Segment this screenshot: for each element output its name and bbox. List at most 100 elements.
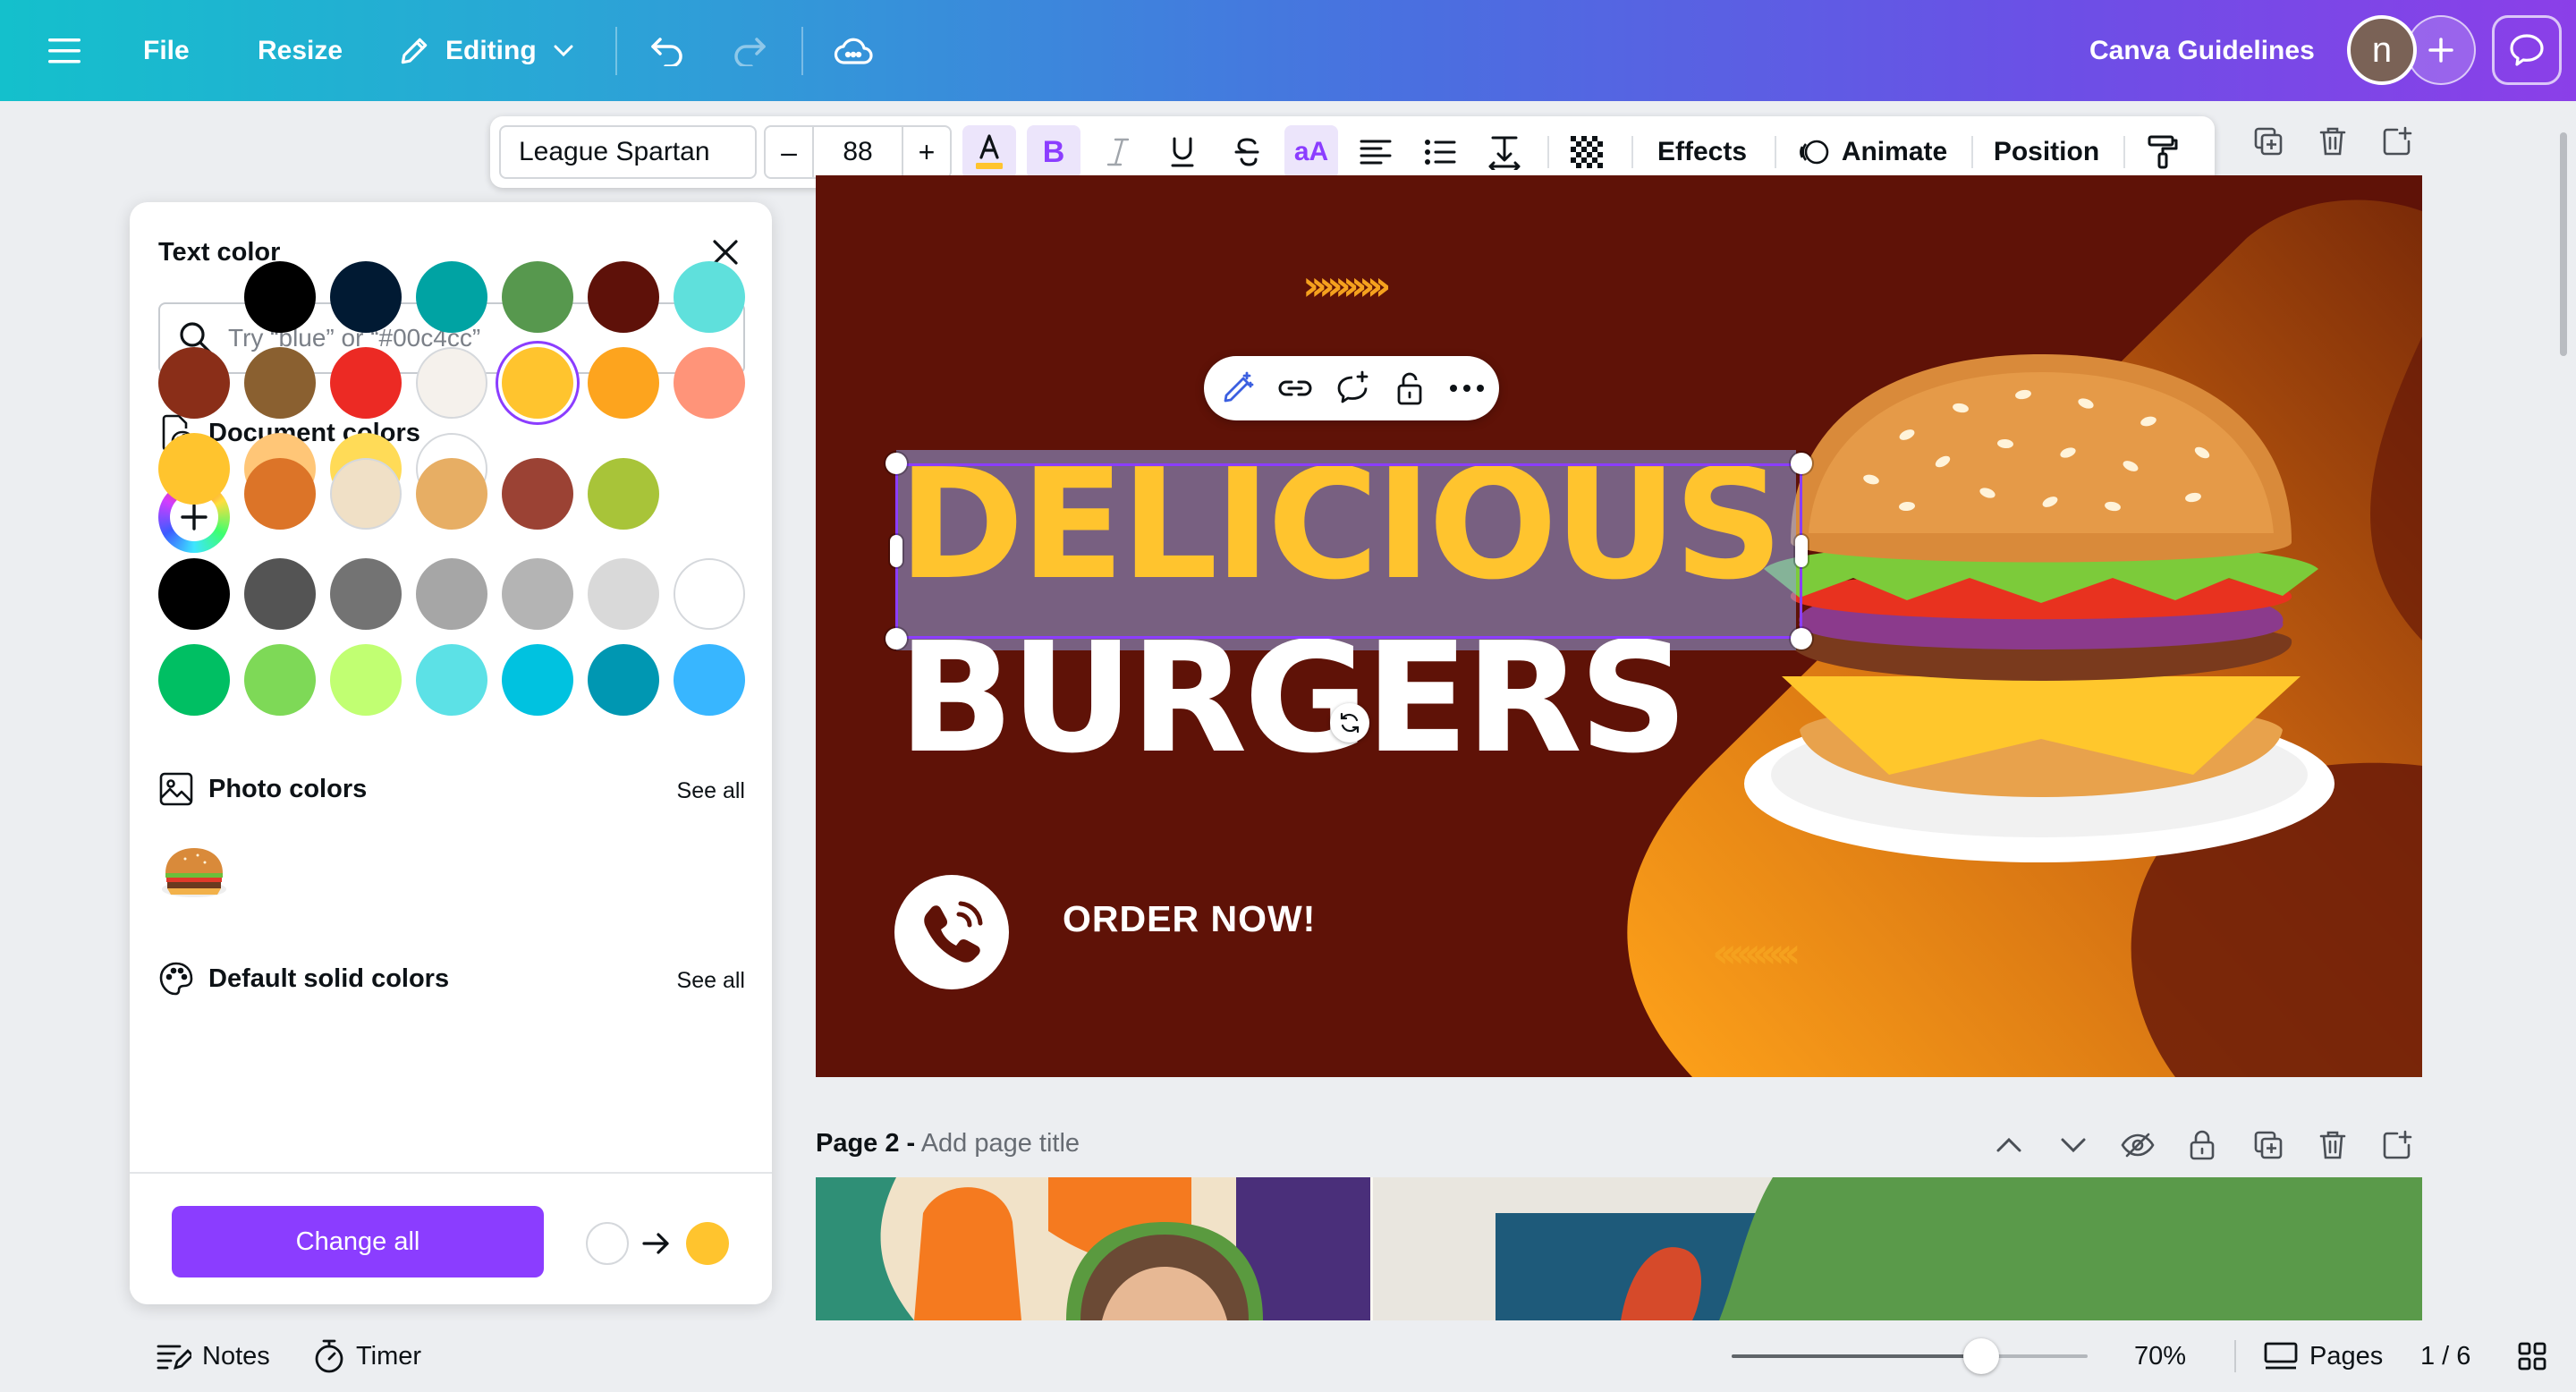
document-color-swatch[interactable] xyxy=(244,261,316,333)
add-comment-icon[interactable] xyxy=(1327,365,1377,412)
position-button[interactable]: Position xyxy=(1984,125,2109,179)
resize-handle-right[interactable] xyxy=(1795,535,1808,567)
chevron-up-icon[interactable] xyxy=(1986,1122,2032,1168)
default-colors-see-all[interactable]: See all xyxy=(631,968,745,994)
spacing-icon[interactable] xyxy=(1478,125,1531,179)
document-color-swatch[interactable] xyxy=(158,347,230,419)
default-color-swatch[interactable] xyxy=(502,558,573,630)
document-color-swatch[interactable] xyxy=(244,347,316,419)
document-color-swatch[interactable] xyxy=(330,347,402,419)
order-now-text[interactable]: ORDER NOW! xyxy=(1063,898,1316,940)
magic-write-icon[interactable] xyxy=(1213,365,1263,412)
lock-page-icon[interactable] xyxy=(2179,1122,2225,1168)
file-menu[interactable]: File xyxy=(143,0,190,101)
default-color-swatch[interactable] xyxy=(158,644,230,716)
document-color-swatch[interactable] xyxy=(158,433,230,505)
timer-button[interactable]: Timer xyxy=(313,1320,421,1392)
animate-button[interactable]: Animate xyxy=(1787,125,1957,179)
document-color-swatch[interactable] xyxy=(502,261,573,333)
bold-button[interactable]: B xyxy=(1027,125,1080,179)
photo-colors-see-all[interactable]: See all xyxy=(631,778,745,804)
letter-case-button[interactable]: aA xyxy=(1284,125,1338,179)
link-icon[interactable] xyxy=(1270,365,1320,412)
notes-button[interactable]: Notes xyxy=(156,1320,270,1392)
photo-color-swatch[interactable] xyxy=(416,458,487,530)
decrease-font-size-button[interactable]: – xyxy=(766,127,814,177)
default-color-swatch[interactable] xyxy=(244,558,316,630)
zoom-percentage[interactable]: 70% xyxy=(2134,1320,2186,1392)
photo-thumbnail-burger[interactable] xyxy=(158,839,230,911)
pages-button[interactable]: Pages xyxy=(2263,1320,2383,1392)
design-page-1[interactable]: ›››››››››› ‹‹‹‹‹‹‹‹‹‹ DELICIOUS BURGERS … xyxy=(816,175,2422,1077)
default-color-swatch[interactable] xyxy=(588,558,659,630)
comment-icon[interactable] xyxy=(2492,15,2562,85)
font-family-select[interactable]: League Spartan xyxy=(499,125,757,179)
zoom-slider[interactable] xyxy=(1732,1354,2088,1358)
default-color-swatch[interactable] xyxy=(588,644,659,716)
duplicate-page-icon[interactable] xyxy=(2245,118,2292,165)
document-color-swatch[interactable] xyxy=(588,261,659,333)
add-page-icon[interactable] xyxy=(2374,118,2420,165)
document-color-swatch[interactable] xyxy=(674,261,745,333)
design-page-2[interactable] xyxy=(816,1177,2422,1320)
align-left-icon[interactable] xyxy=(1349,125,1402,179)
redo-icon[interactable] xyxy=(728,0,771,101)
default-color-swatch[interactable] xyxy=(330,558,402,630)
effects-button[interactable]: Effects xyxy=(1644,125,1760,179)
list-icon[interactable] xyxy=(1413,125,1467,179)
chevron-down-icon[interactable] xyxy=(2050,1122,2097,1168)
zoom-slider-thumb[interactable] xyxy=(1962,1338,1999,1374)
default-color-swatch[interactable] xyxy=(416,558,487,630)
change-all-button[interactable]: Change all xyxy=(172,1206,544,1277)
phone-icon[interactable] xyxy=(894,875,1009,989)
resize-handle-left[interactable] xyxy=(890,535,902,567)
default-color-swatch[interactable] xyxy=(674,558,745,630)
duplicate-page-icon[interactable] xyxy=(2245,1122,2292,1168)
menu-icon[interactable] xyxy=(43,0,86,101)
avatar[interactable]: n xyxy=(2347,15,2417,85)
default-color-swatch[interactable] xyxy=(158,558,230,630)
hide-page-icon[interactable] xyxy=(2114,1122,2161,1168)
burger-image[interactable] xyxy=(1728,354,2354,900)
font-size-value[interactable]: 88 xyxy=(814,127,902,177)
photo-color-swatch[interactable] xyxy=(330,458,402,530)
page-counter[interactable]: 1 / 6 xyxy=(2420,1320,2470,1392)
document-color-swatch[interactable] xyxy=(674,347,745,419)
italic-icon[interactable] xyxy=(1091,125,1145,179)
document-color-swatch[interactable] xyxy=(502,347,573,419)
increase-font-size-button[interactable]: + xyxy=(902,127,950,177)
document-color-swatch[interactable] xyxy=(330,261,402,333)
default-color-swatch[interactable] xyxy=(330,644,402,716)
add-page-title-input[interactable]: Add page title xyxy=(921,1129,1080,1158)
document-color-swatch[interactable] xyxy=(416,261,487,333)
editing-mode-dropdown[interactable]: Editing xyxy=(397,0,574,101)
delete-page-icon[interactable] xyxy=(2309,1122,2356,1168)
lock-icon[interactable] xyxy=(1385,365,1435,412)
document-color-swatch[interactable] xyxy=(588,347,659,419)
default-color-swatch[interactable] xyxy=(502,644,573,716)
strikethrough-icon[interactable] xyxy=(1220,125,1274,179)
design-title[interactable]: Canva Guidelines xyxy=(2089,0,2315,101)
transparency-icon[interactable] xyxy=(1560,125,1614,179)
underline-icon[interactable] xyxy=(1156,125,1209,179)
headline-burgers[interactable]: BURGERS xyxy=(898,623,1689,775)
resize-handle-top-right[interactable] xyxy=(1791,453,1812,474)
default-color-swatch[interactable] xyxy=(416,644,487,716)
text-color-button[interactable] xyxy=(962,125,1016,179)
photo-color-swatch[interactable] xyxy=(502,458,573,530)
default-color-swatch[interactable] xyxy=(674,644,745,716)
resize-handle-bottom-left[interactable] xyxy=(886,628,907,649)
cloud-save-icon[interactable] xyxy=(832,0,875,101)
document-color-swatch[interactable] xyxy=(416,347,487,419)
default-color-swatch[interactable] xyxy=(244,644,316,716)
resize-button[interactable]: Resize xyxy=(258,0,343,101)
photo-color-swatch[interactable] xyxy=(588,458,659,530)
add-page-icon[interactable] xyxy=(2374,1122,2420,1168)
more-options-icon[interactable] xyxy=(1442,365,1492,412)
vertical-scrollbar[interactable] xyxy=(2560,132,2567,356)
rotate-icon[interactable] xyxy=(1330,703,1369,743)
paint-roller-icon[interactable] xyxy=(2136,125,2190,179)
resize-handle-top-left[interactable] xyxy=(886,453,907,474)
photo-color-swatch[interactable] xyxy=(244,458,316,530)
grid-view-icon[interactable] xyxy=(2517,1320,2547,1392)
